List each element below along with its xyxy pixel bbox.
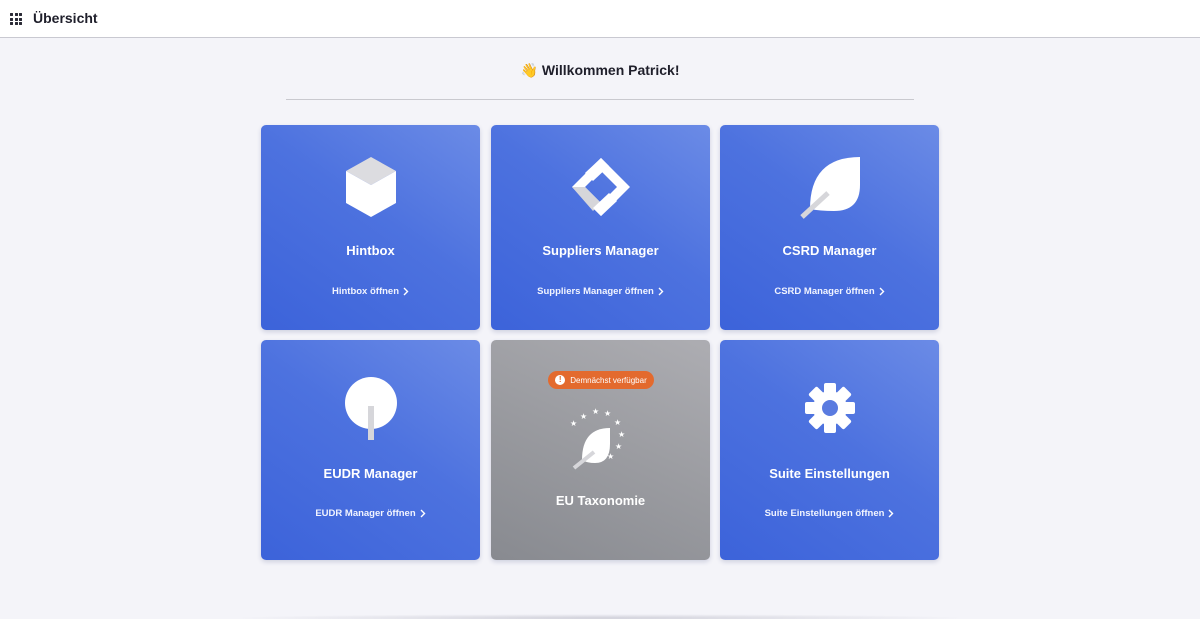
chevron-right-icon (888, 509, 894, 518)
grid-icon[interactable] (10, 13, 22, 25)
card-eudr-manager[interactable]: EUDR Manager EUDR Manager öffnen (261, 340, 480, 560)
card-title: EU Taxonomie (555, 493, 646, 508)
link-label: Hintbox öffnen (331, 286, 399, 297)
card-title: Suppliers Manager (542, 243, 659, 258)
svg-text:★: ★ (618, 430, 625, 439)
chevron-right-icon (420, 509, 426, 518)
card-suite-einstellungen[interactable]: Suite Einstellungen Suite Einstellungen … (720, 340, 939, 560)
chevron-right-icon (403, 287, 409, 296)
chevron-right-icon (658, 287, 664, 296)
welcome-text: Willkommen Patrick! (541, 62, 680, 78)
footer-shadow (230, 614, 970, 619)
badge-label: Demnächst verfügbar (570, 375, 647, 385)
welcome-heading: 👋 Willkommen Patrick! (0, 62, 1200, 79)
cube-icon (261, 155, 480, 219)
svg-text:★: ★ (615, 442, 622, 451)
waving-hand-icon: 👋 (520, 62, 538, 78)
top-bar: Übersicht (0, 0, 1200, 38)
card-title: Suite Einstellungen (769, 466, 890, 481)
svg-text:★: ★ (592, 407, 599, 416)
link-label: Suite Einstellungen öffnen (764, 508, 885, 519)
card-title: CSRD Manager (782, 243, 877, 258)
exclamation-icon: ! (555, 375, 566, 385)
link-label: EUDR Manager öffnen (315, 508, 416, 519)
card-title: Hintbox (346, 243, 395, 258)
card-csrd-manager[interactable]: CSRD Manager CSRD Manager öffnen (720, 125, 939, 330)
svg-text:★: ★ (580, 412, 587, 421)
chevron-right-icon (879, 287, 885, 296)
svg-text:★: ★ (614, 418, 621, 427)
open-csrd-manager-link[interactable]: CSRD Manager öffnen (720, 286, 939, 297)
divider (286, 99, 914, 100)
coming-soon-badge: ! Demnächst verfügbar (548, 371, 654, 389)
open-hintbox-link[interactable]: Hintbox öffnen (261, 286, 480, 297)
link-label: Suppliers Manager öffnen (537, 286, 654, 297)
leaf-icon (720, 155, 939, 219)
card-suppliers-manager[interactable]: Suppliers Manager Suppliers Manager öffn… (491, 125, 710, 330)
gear-icon (720, 382, 939, 434)
open-eudr-manager-link[interactable]: EUDR Manager öffnen (261, 508, 480, 519)
open-suppliers-manager-link[interactable]: Suppliers Manager öffnen (491, 286, 710, 297)
open-suite-einstellungen-link[interactable]: Suite Einstellungen öffnen (720, 508, 939, 519)
svg-text:★: ★ (570, 419, 577, 428)
link-label: CSRD Manager öffnen (774, 286, 875, 297)
tree-icon (261, 376, 480, 442)
card-title: EUDR Manager (323, 466, 418, 481)
page-title: Übersicht (33, 10, 98, 26)
eu-stars-leaf-icon: ★ ★ ★ ★ ★ ★ ★ ★ (491, 406, 710, 470)
diamond-frame-icon (491, 157, 710, 217)
svg-text:★: ★ (604, 409, 611, 418)
card-hintbox[interactable]: Hintbox Hintbox öffnen (261, 125, 480, 330)
card-eu-taxonomie: ! Demnächst verfügbar ★ ★ ★ ★ ★ ★ ★ ★ EU… (491, 340, 710, 560)
